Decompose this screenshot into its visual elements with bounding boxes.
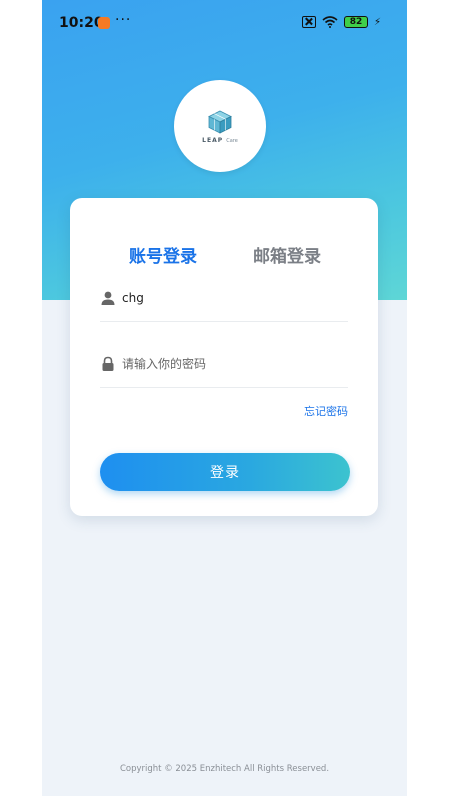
battery-icon: 82: [343, 16, 368, 28]
user-icon: [101, 291, 115, 305]
password-field: [100, 348, 348, 388]
status-time: 10:20: [59, 15, 104, 31]
status-bar: 10:20 ··· 82 ⚡: [42, 0, 407, 44]
mi-app-icon: [98, 17, 110, 29]
copyright-text: Copyright © 2025 Enzhitech All Rights Re…: [119, 764, 330, 774]
login-tabs: 账号登录 邮箱登录: [70, 242, 378, 272]
logo-brand: LEAP: [202, 136, 224, 144]
wifi-icon: [322, 16, 338, 28]
cube-logo-icon: [208, 110, 232, 134]
logo-wordmark: LEAP Care: [202, 137, 238, 144]
login-button[interactable]: 登录: [100, 453, 350, 491]
password-input[interactable]: [122, 352, 342, 376]
login-card: 账号登录 邮箱登录 忘记密码 登录: [70, 198, 378, 516]
tab-email-login[interactable]: 邮箱登录: [253, 242, 321, 267]
app-screen: 10:20 ··· 82 ⚡ LEAP Care 账号登录 邮箱登录 chg 忘…: [42, 0, 407, 796]
more-notifications-icon: ···: [115, 12, 132, 28]
username-input[interactable]: [122, 286, 342, 310]
no-sim-icon: [301, 16, 316, 28]
app-logo: LEAP Care: [174, 80, 266, 172]
forgot-password-link[interactable]: 忘记密码: [304, 403, 348, 419]
tab-account-login[interactable]: 账号登录: [129, 242, 197, 267]
charging-icon: ⚡: [373, 16, 381, 28]
status-icons: 82 ⚡: [301, 15, 381, 29]
lock-icon: [102, 356, 114, 371]
logo-sub: Care: [226, 137, 238, 144]
username-field: [100, 282, 348, 322]
